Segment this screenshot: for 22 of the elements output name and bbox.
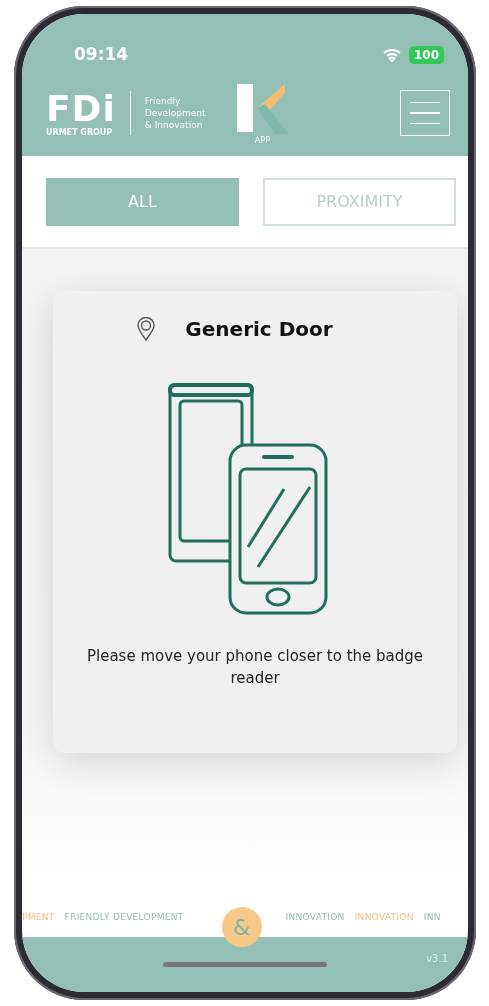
logo-tagline: Friendly: [144, 95, 182, 107]
marquee-text: INN: [423, 912, 441, 922]
ampersand-badge: &: [221, 907, 262, 947]
wifi-icon: [382, 48, 401, 62]
logo-tagline: Development: [144, 107, 206, 119]
filter-tab[interactable]: PROXIMITY: [263, 177, 456, 226]
filter-tab[interactable]: ALL: [46, 177, 239, 226]
status-time: 09:14: [74, 44, 129, 64]
logo-group-text: URMET GROUP: [46, 127, 114, 137]
version-label: v3.1: [426, 953, 448, 964]
app-label: APP: [254, 135, 270, 145]
marquee-text: PMENT: [22, 912, 55, 922]
dialog-title: Generic Door: [185, 317, 333, 341]
logo-tagline: & Innovation: [144, 119, 204, 131]
marquee-text: INNOVATION: [354, 912, 414, 922]
menu-button[interactable]: [400, 90, 450, 136]
battery-indicator: 100: [408, 46, 444, 64]
logo-mark: FDi: [46, 89, 116, 128]
marquee-text: INNOVATION: [285, 912, 345, 922]
location-pin-icon: [137, 317, 156, 341]
dialog-message: Please move your phone closer to the badge reader: [85, 646, 425, 689]
marquee-text: FRIENDLY DEVELOPMENT: [64, 912, 184, 922]
